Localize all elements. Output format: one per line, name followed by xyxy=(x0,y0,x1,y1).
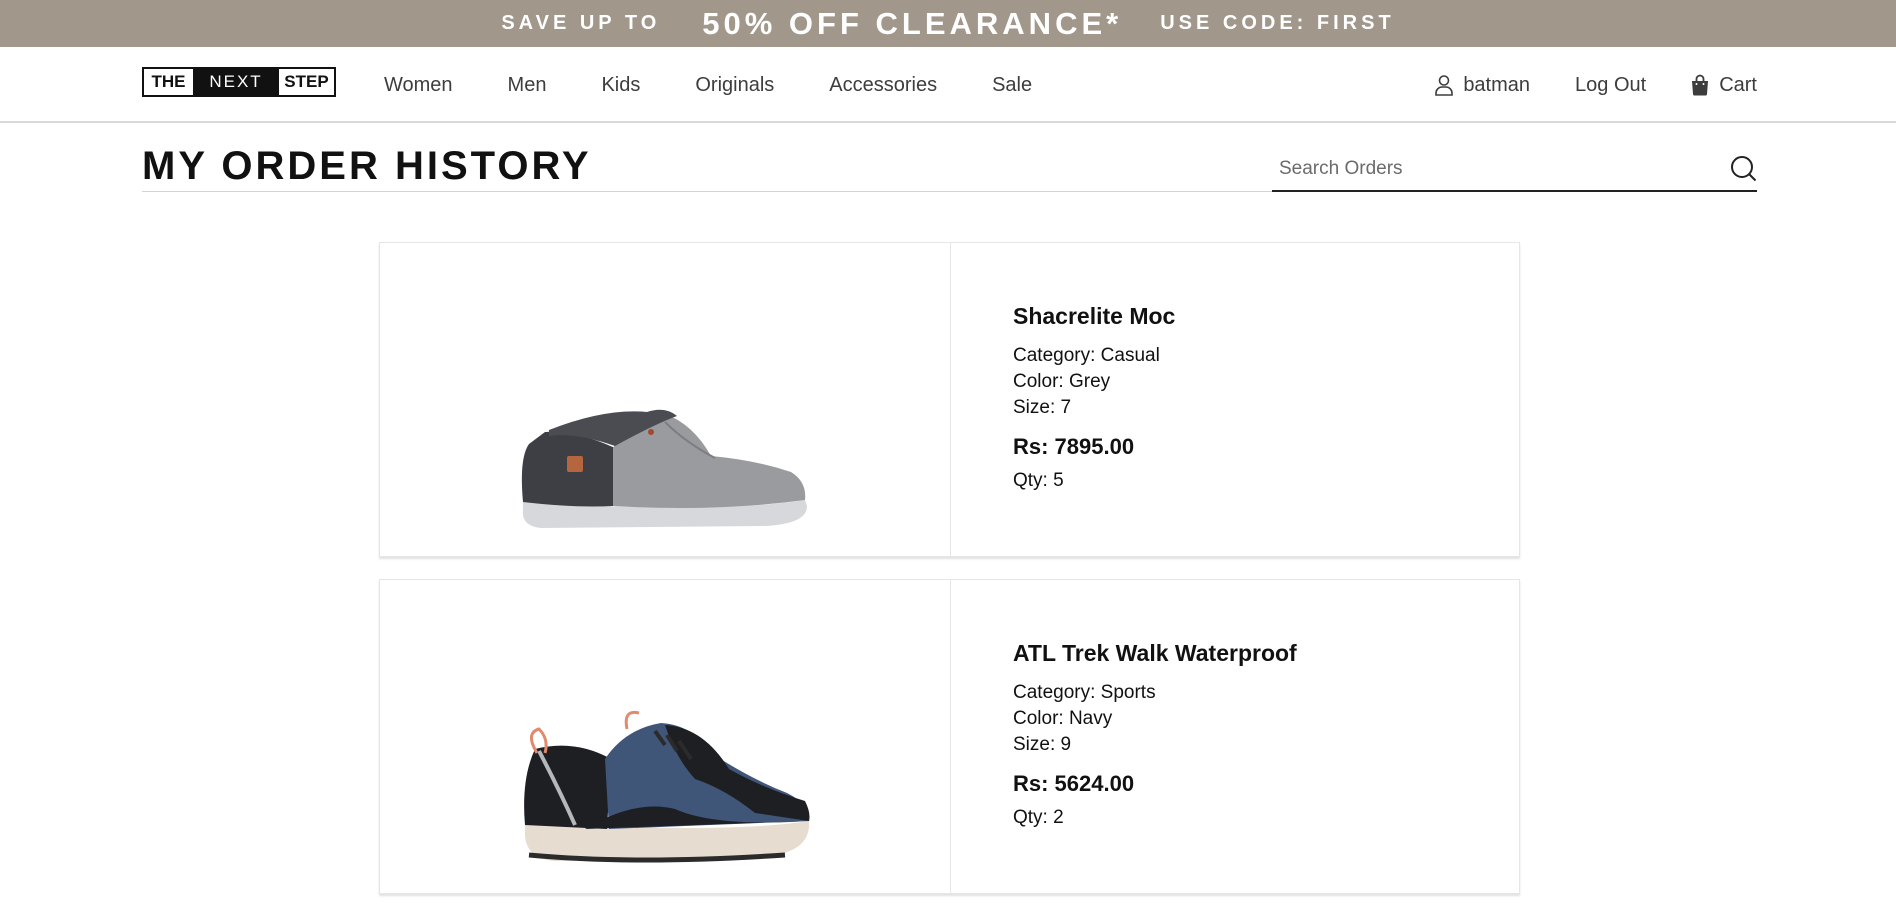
site-logo[interactable]: THE NEXT STEP xyxy=(142,67,336,97)
logout-label: Log Out xyxy=(1575,73,1647,96)
product-image xyxy=(380,243,951,556)
title-divider xyxy=(142,191,1272,192)
nav-item-men[interactable]: Men xyxy=(508,74,547,97)
nav-item-sale[interactable]: Sale xyxy=(992,74,1032,97)
product-color: Color: Navy xyxy=(1013,708,1113,729)
order-details: ATL Trek Walk Waterproof Category: Sport… xyxy=(951,580,1519,893)
grey-moc-shoe-image xyxy=(521,409,807,528)
navy-trek-shoe-image xyxy=(524,710,810,863)
logo-part-step: STEP xyxy=(279,69,334,95)
order-search xyxy=(1272,147,1757,192)
username-label: batman xyxy=(1463,73,1531,96)
product-name[interactable]: ATL Trek Walk Waterproof xyxy=(1013,640,1519,667)
promo-left-text: SAVE UP TO xyxy=(501,12,661,34)
promo-center-text: 50% OFF CLEARANCE* xyxy=(702,5,1123,41)
user-icon xyxy=(1434,74,1454,96)
product-size: Size: 7 xyxy=(1013,397,1072,418)
order-card: ATL Trek Walk Waterproof Category: Sport… xyxy=(379,579,1520,894)
product-image xyxy=(380,580,951,893)
product-category: Category: Sports xyxy=(1013,682,1156,703)
cart-label: Cart xyxy=(1719,73,1757,96)
logo-part-next: NEXT xyxy=(193,69,279,95)
product-color: Color: Grey xyxy=(1013,371,1111,392)
title-row: MY ORDER HISTORY xyxy=(0,123,1896,195)
cart-link[interactable]: Cart xyxy=(1690,74,1757,97)
logo-part-the: THE xyxy=(144,69,193,95)
order-details: Shacrelite Moc Category: Casual Color: G… xyxy=(951,243,1519,556)
user-area: batman Log Out Cart xyxy=(1434,47,1757,123)
promo-banner: SAVE UP TO 50% OFF CLEARANCE* USE CODE: … xyxy=(0,0,1896,47)
product-price: Rs: 7895.00 xyxy=(1013,434,1135,459)
product-price: Rs: 5624.00 xyxy=(1013,771,1135,796)
nav-item-kids[interactable]: Kids xyxy=(601,74,640,97)
product-name[interactable]: Shacrelite Moc xyxy=(1013,303,1519,330)
shopping-bag-icon xyxy=(1690,74,1710,96)
product-qty: Qty: 5 xyxy=(1013,470,1064,491)
logout-link[interactable]: Log Out xyxy=(1575,74,1646,97)
site-header: THE NEXT STEP Women Men Kids Originals A… xyxy=(0,47,1896,123)
search-orders-input[interactable] xyxy=(1272,157,1729,180)
main-nav: Women Men Kids Originals Accessories Sal… xyxy=(384,47,1032,123)
account-link[interactable]: batman xyxy=(1434,74,1530,97)
nav-item-originals[interactable]: Originals xyxy=(695,74,774,97)
order-card: Shacrelite Moc Category: Casual Color: G… xyxy=(379,242,1520,557)
product-category: Category: Casual xyxy=(1013,345,1160,366)
page-title: MY ORDER HISTORY xyxy=(142,144,592,188)
search-icon[interactable] xyxy=(1729,155,1757,183)
promo-right-text: USE CODE: FIRST xyxy=(1160,12,1395,34)
product-qty: Qty: 2 xyxy=(1013,807,1064,828)
nav-item-accessories[interactable]: Accessories xyxy=(829,74,937,97)
product-size: Size: 9 xyxy=(1013,734,1072,755)
nav-item-women[interactable]: Women xyxy=(384,74,453,97)
order-list: Shacrelite Moc Category: Casual Color: G… xyxy=(379,242,1520,916)
